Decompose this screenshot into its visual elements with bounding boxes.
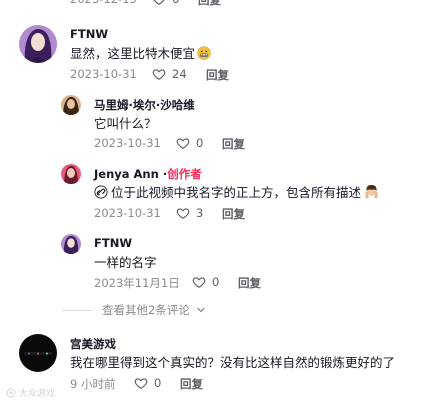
avatar-image — [19, 25, 57, 63]
heart-icon — [134, 378, 148, 389]
face-with-hands-emoji-icon — [365, 184, 378, 199]
avatar-image — [61, 164, 81, 184]
reply-text-body: 位于此视频中我名字的正上方，包含所有描述 — [111, 185, 362, 200]
reply-reply-button[interactable]: 回复 — [222, 136, 245, 152]
reply-date: 2023-10-31 — [94, 206, 161, 220]
reply-date: 2023-10-31 — [94, 136, 161, 150]
watermark-logo-icon — [6, 388, 16, 397]
comment-text: 我在哪里得到这个真实的？没有比这样自然的锻炼更好的了 — [70, 355, 396, 370]
watermark-text: 大众游戏 — [19, 389, 56, 399]
comment-text: 显然，这里比特木便宜 — [70, 43, 211, 62]
heart-icon — [152, 69, 166, 80]
heart-icon — [176, 208, 190, 219]
avatar-image — [61, 234, 81, 254]
reply-like-button[interactable]: 0 — [176, 136, 203, 150]
reply-text: 位于此视频中我名字的正上方，包含所有描述 — [94, 182, 379, 201]
watermark: 大众游戏 — [6, 386, 55, 399]
avatar-image — [61, 95, 81, 115]
reply-username[interactable]: 马里姆·埃尔·沙哈维 — [94, 97, 195, 113]
view-more-divider — [62, 310, 92, 311]
avatar[interactable] — [61, 234, 81, 254]
comment-date: 2023-10-31 — [70, 67, 137, 81]
grimace-emoji-icon — [197, 46, 211, 60]
reply-like-count: 0 — [212, 275, 220, 289]
reply-like-button[interactable]: 3 — [176, 206, 203, 220]
top-partial-like-count: 6 — [172, 0, 179, 6]
comment-like-button[interactable]: 0 — [134, 376, 161, 390]
reply-reply-button[interactable]: 回复 — [222, 206, 245, 222]
comment-like-button[interactable]: 24 — [152, 67, 187, 81]
top-partial-reply-button[interactable]: 回复 — [198, 0, 221, 8]
reply-like-button[interactable]: 0 — [192, 275, 219, 289]
heart-icon — [192, 277, 206, 288]
reply-reply-button[interactable]: 回复 — [238, 275, 261, 291]
avatar[interactable] — [61, 164, 81, 184]
view-more-replies-button[interactable]: 查看其他2条评论 — [102, 302, 206, 318]
reply-text: 一样的名字 — [94, 255, 157, 270]
comment-time: 9 小时前 — [70, 377, 116, 391]
top-partial-date: 2023-12-15 — [70, 0, 137, 6]
top-partial-like-button[interactable]: 6 — [152, 0, 179, 6]
comment-text-body: 显然，这里比特木便宜 — [70, 46, 196, 61]
avatar[interactable] — [19, 334, 57, 372]
reply-username[interactable]: Jenya Ann — [94, 167, 159, 181]
reply-text: 它叫什么？ — [94, 116, 157, 131]
comment-like-count: 24 — [172, 67, 187, 81]
reply-username-line: Jenya Ann ·创作者 — [94, 166, 202, 182]
reply-date: 2023年11月1日 — [94, 276, 180, 290]
link-icon — [94, 184, 108, 199]
comment-reply-button[interactable]: 回复 — [180, 376, 203, 392]
comment-username[interactable]: FTNW — [70, 27, 108, 41]
reply-like-count: 3 — [196, 206, 204, 220]
creator-badge: 创作者 — [167, 167, 202, 181]
reply-username[interactable]: FTNW — [94, 236, 132, 250]
comment-username[interactable]: 宫美游戏 — [70, 336, 116, 352]
avatar[interactable] — [19, 25, 57, 63]
chevron-down-icon — [197, 307, 205, 313]
comment-reply-button[interactable]: 回复 — [206, 67, 229, 83]
avatar-image — [19, 334, 57, 372]
view-more-label: 查看其他2条评论 — [102, 303, 190, 317]
avatar[interactable] — [61, 95, 81, 115]
comment-like-count: 0 — [154, 376, 162, 390]
heart-icon — [176, 138, 190, 149]
reply-like-count: 0 — [196, 136, 204, 150]
heart-icon — [153, 0, 165, 5]
